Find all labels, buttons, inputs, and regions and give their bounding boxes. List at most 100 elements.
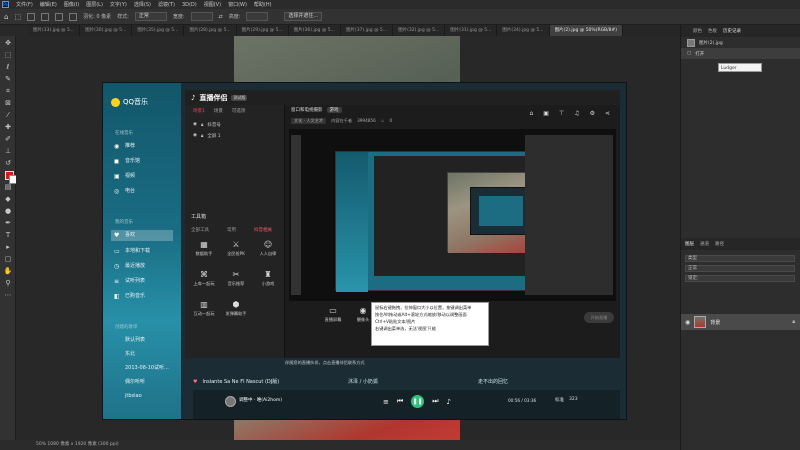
eye-icon[interactable]: ◉ [193, 133, 197, 138]
more-tools-icon[interactable]: ⋯ [3, 290, 13, 300]
marquee-tool-icon[interactable]: ⬚ [14, 13, 21, 21]
tool-data-assistant[interactable]: ▦ 数据助手 [189, 239, 219, 263]
tool-game-together[interactable]: ⌘ 上车一起玩 [189, 269, 219, 293]
intersect-selection-icon[interactable] [69, 12, 78, 21]
doc-tab[interactable]: 图片(31).jpg @ 5... [445, 25, 498, 36]
home-icon[interactable]: ⌂ [4, 13, 8, 21]
tool-pk[interactable]: ⚔ 全民抢PK [221, 239, 251, 263]
menu-window[interactable]: 窗口(W) [228, 1, 247, 8]
settings-icon[interactable]: ⚙ [590, 110, 595, 117]
next-song[interactable]: 走不出的回忆 [478, 378, 508, 385]
crop-tool-icon[interactable]: ⌗ [3, 86, 13, 96]
feather-label[interactable]: 羽化: 0 像素 [83, 13, 111, 20]
bottom-notice[interactable]: 伴随您的直播伙伴，点击直播伴侣联系方式 [285, 360, 365, 366]
qq-playlist[interactable]: jtbsiao [111, 391, 173, 402]
eye-icon[interactable]: ◉ [193, 122, 197, 127]
tab-history[interactable]: 历史记录 [723, 28, 741, 34]
layer-background[interactable]: ◉ 背景 🔒︎ [681, 314, 800, 330]
doc-tab[interactable]: 图片(28).jpg @ 5... [184, 25, 237, 36]
tab-color[interactable]: 颜色 [693, 28, 702, 34]
pause-button[interactable]: ❚❚ [411, 395, 425, 408]
history-brush-tool-icon[interactable]: ↺ [3, 158, 13, 168]
bell-icon[interactable]: ♫ [574, 110, 579, 117]
quick-select-tool-icon[interactable]: ✎ [3, 74, 13, 84]
qq-item-liked[interactable]: ♥ 喜欢 [111, 230, 173, 241]
qq-item-local[interactable]: ▭ 本地和下载 [111, 246, 173, 257]
qq-playlist[interactable]: 默认列表 [111, 335, 173, 346]
layer-kind-filter[interactable]: 类型 [685, 255, 795, 262]
qq-item-trial[interactable]: ≡ 试听列表 [111, 276, 173, 287]
doc-tab[interactable]: 图片(32).jpg @ 5... [393, 25, 446, 36]
frame-tool-icon[interactable]: ⊠ [3, 98, 13, 108]
tool-music-recommend[interactable]: ✂ 音乐推荐 [221, 269, 251, 293]
qq-item-recent[interactable]: ◷ 最近播放 [111, 261, 173, 272]
tab-scene-1[interactable]: 场景1 [193, 108, 205, 114]
height-input[interactable] [246, 12, 269, 21]
tool-mini-game[interactable]: ♜ 小游戏 [253, 269, 283, 293]
room-title[interactable]: 窗口和电视摄影 [291, 107, 323, 113]
path-select-tool-icon[interactable]: ▸ [3, 242, 13, 252]
live-preview[interactable] [289, 129, 616, 301]
room-tag[interactable]: 游戏 [326, 107, 342, 113]
qq-item-music-hall[interactable]: ◼ 音乐馆 [111, 156, 173, 167]
qq-item-radio[interactable]: ◎ 电台 [111, 186, 173, 197]
start-live-button[interactable]: 开始直播 [584, 312, 614, 323]
category-badge[interactable]: 文化 · 人文艺术 [291, 118, 327, 124]
menu-help[interactable]: 帮助(H) [254, 1, 272, 8]
doc-tab-active[interactable]: 图片(2).jpg @ 50%(RGB/8#) [549, 25, 624, 36]
tab-all-tools[interactable]: 全部工具 [191, 227, 209, 233]
doc-tab[interactable]: 图片(35).jpg @ 5... [132, 25, 185, 36]
menu-image[interactable]: 图像(I) [64, 1, 79, 8]
doc-tab[interactable]: 图片(36).jpg @ 5... [289, 25, 341, 36]
subtract-selection-icon[interactable] [55, 12, 64, 21]
previous-icon[interactable]: ⏮︎ [397, 397, 403, 406]
menu-3d[interactable]: 3D(D) [182, 2, 197, 8]
scene-item[interactable]: ◉ 🔒︎ 全屏 1 [185, 130, 284, 141]
song-artist[interactable]: 沐泽 / 小奶狐 [348, 378, 378, 385]
tab-layers[interactable]: 图层 [685, 241, 694, 247]
tool-danmaku[interactable]: ⬢ 发弹幕助手 [221, 299, 251, 323]
screen-share-button[interactable]: ▭ 直播屏幕 [319, 305, 347, 323]
zoom-tool-icon[interactable]: ⚲ [3, 278, 13, 288]
qq-item-purchased[interactable]: ◧ 已购音乐 [111, 291, 173, 302]
tool-self-discipline[interactable]: ☺ 人人自律 [253, 239, 283, 263]
text-tool-icon[interactable]: T [3, 230, 13, 240]
wallet-icon[interactable]: ▣ [543, 110, 549, 117]
history-snapshot[interactable]: 图片(2).jpg [681, 37, 800, 48]
volume-icon[interactable]: ♪ [447, 398, 451, 406]
healing-tool-icon[interactable]: ✚ [3, 122, 13, 132]
list-icon[interactable]: ≡ [383, 398, 389, 406]
qq-playlist[interactable]: 偶尔听听 [111, 377, 173, 388]
pen-tool-icon[interactable]: ✒ [3, 218, 13, 228]
lock-icon[interactable]: 🔒︎ [201, 122, 203, 128]
lock-row[interactable]: 锁定: [685, 275, 795, 282]
doc-tab[interactable]: 图片(34).jpg @ 5... [497, 25, 550, 36]
qq-playlist[interactable]: 2013-08-10试听... [111, 363, 173, 374]
tab-common-tools[interactable]: 常用 [227, 227, 236, 233]
tab-paths[interactable]: 路径 [715, 241, 724, 247]
qq-item-recommend[interactable]: ◉ 推荐 [111, 141, 173, 152]
doc-tab[interactable]: 图片(33).jpg @ 5... [28, 25, 81, 36]
doc-tab[interactable]: 图片(30).jpg @ 5... [80, 25, 133, 36]
dodge-tool-icon[interactable]: ● [3, 206, 13, 216]
tab-options[interactable]: 可选项 [232, 108, 246, 114]
tab-channels[interactable]: 通道 [700, 241, 709, 247]
doc-tab[interactable]: 图片(37).jpg @ 5... [341, 25, 394, 36]
shirt-icon[interactable]: ⊤ [559, 110, 564, 117]
brush-tool-icon[interactable]: ✐ [3, 134, 13, 144]
qq-item-video[interactable]: ▣ 视频 [111, 171, 173, 182]
hand-tool-icon[interactable]: ✋ [3, 266, 13, 276]
style-select[interactable]: 正常 [134, 12, 167, 21]
menu-edit[interactable]: 编辑(E) [40, 1, 57, 8]
quality-badge[interactable]: 标准 [555, 397, 564, 403]
move-tool-icon[interactable]: ✥ [3, 38, 13, 48]
heart-icon[interactable]: ♥ [193, 379, 197, 385]
tool-interact[interactable]: ▥ 互动一起玩 [189, 299, 219, 323]
album-cover[interactable] [225, 396, 236, 407]
menu-layer[interactable]: 图层(L) [86, 1, 103, 8]
song-title[interactable]: Insiante Sa Ne Fl Nascut (DJ版) [202, 378, 279, 385]
history-step[interactable]: ▢ 打开 [681, 48, 800, 59]
lasso-tool-icon[interactable]: ℓ [3, 62, 13, 72]
select-and-mask-button[interactable]: 选择并遮住... [284, 12, 323, 21]
scene-item[interactable]: ◉ 🔒︎ 抖音号 [185, 119, 284, 130]
